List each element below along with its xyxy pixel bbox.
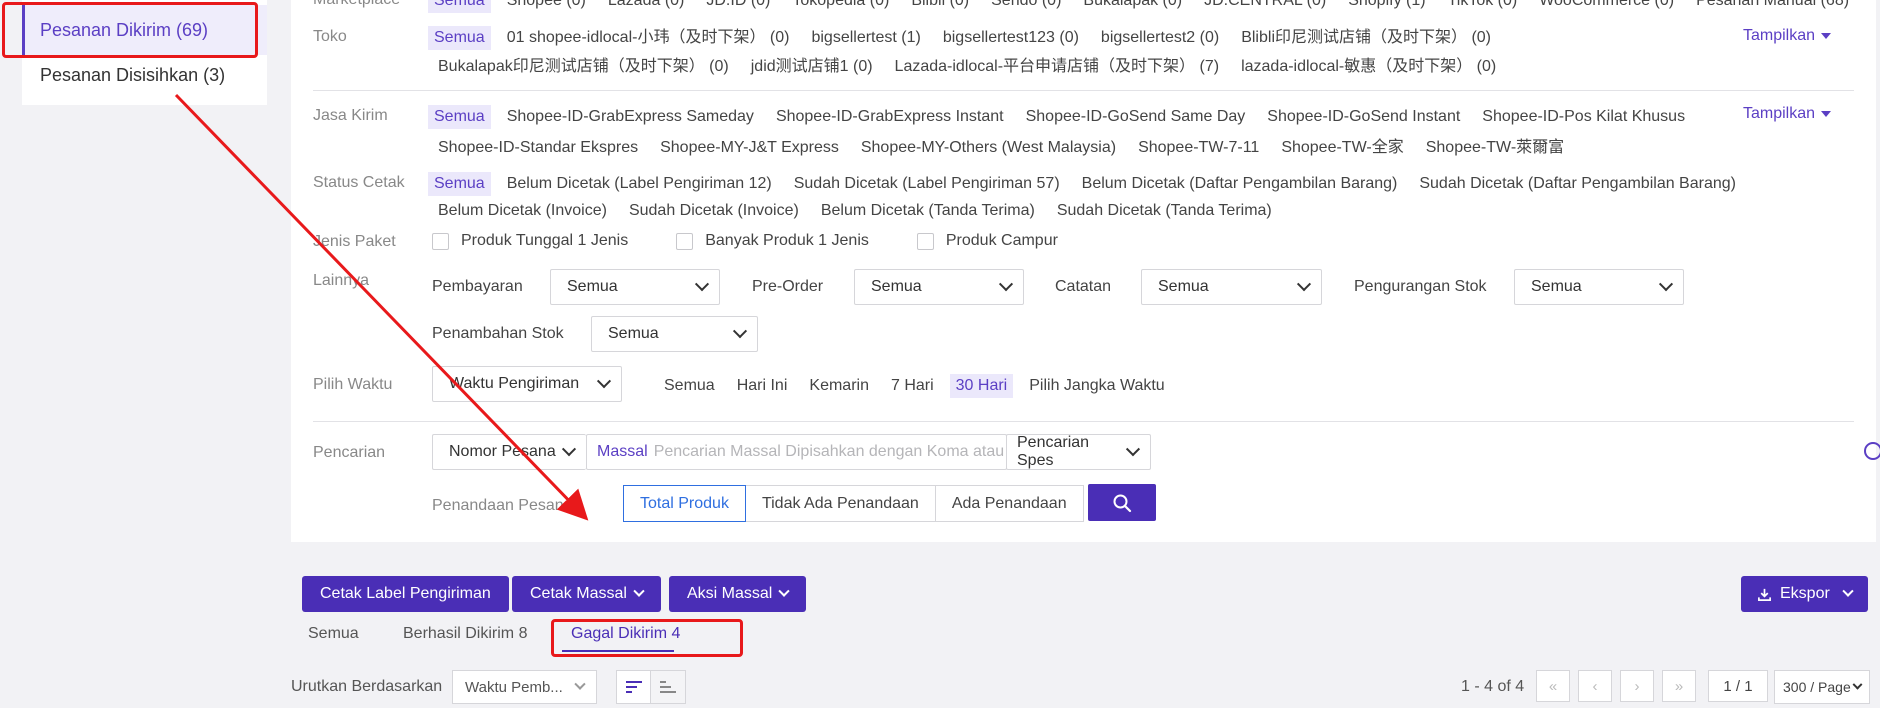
annotation-arrow xyxy=(174,93,589,521)
arrow-line xyxy=(174,93,589,521)
penandaan-option[interactable]: Total Produk xyxy=(623,485,746,522)
